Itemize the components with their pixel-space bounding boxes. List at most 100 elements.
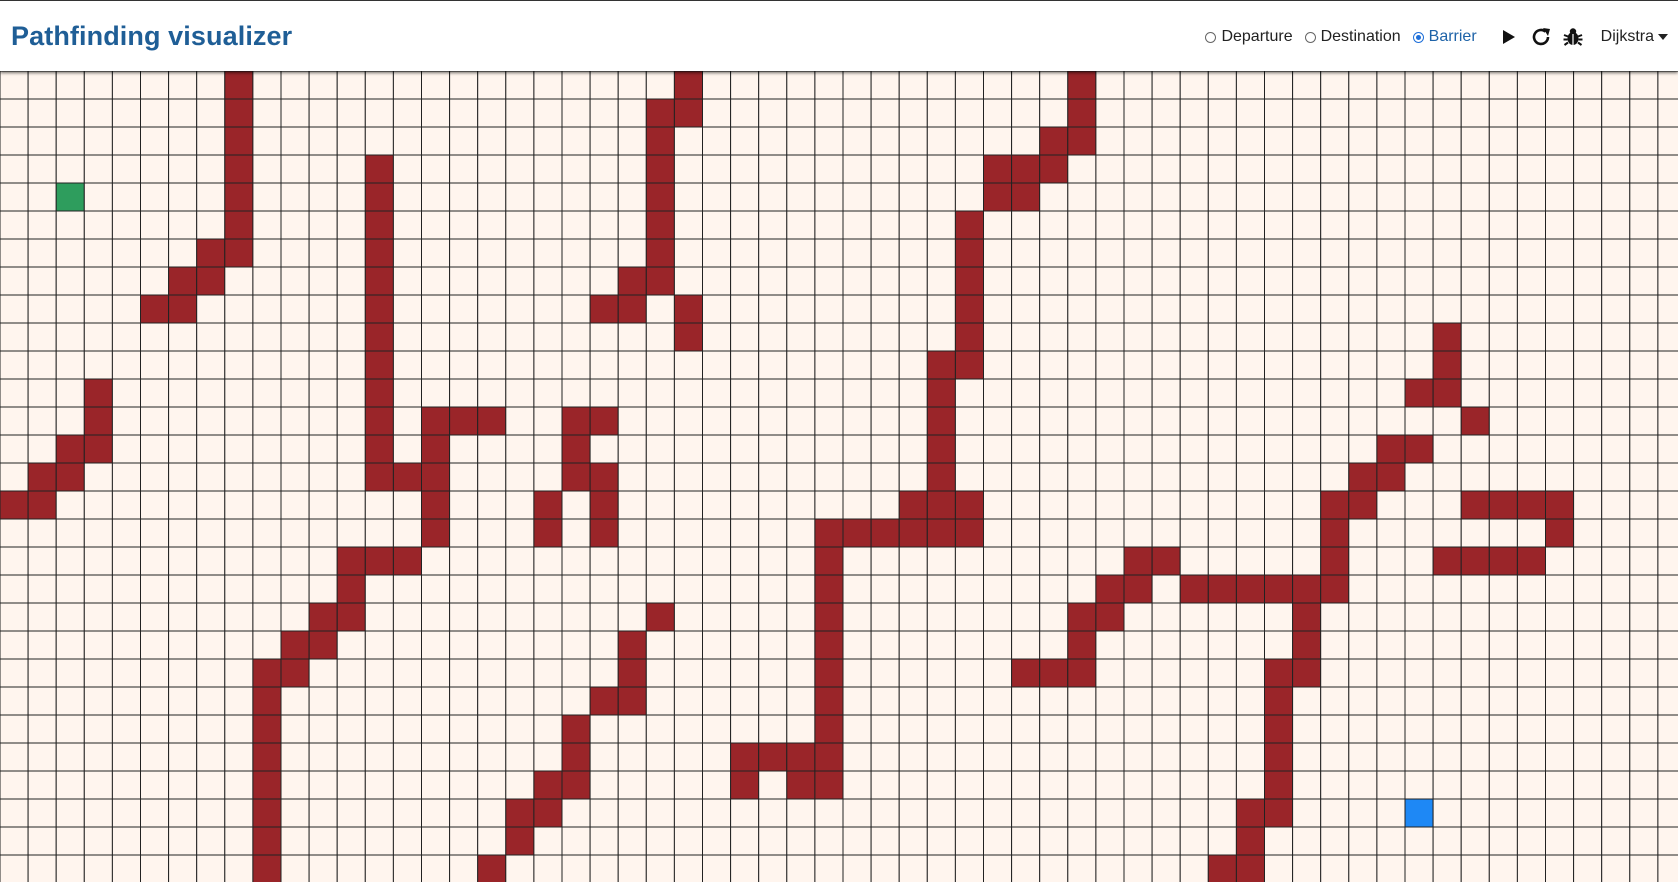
grid-cell[interactable] xyxy=(111,602,142,632)
grid-cell[interactable] xyxy=(252,630,282,660)
grid-cell[interactable] xyxy=(1657,574,1678,604)
grid-cell[interactable] xyxy=(1179,98,1209,128)
grid-cell[interactable] xyxy=(1207,770,1237,800)
grid-cell[interactable] xyxy=(1432,126,1462,156)
grid-cell[interactable] xyxy=(1573,266,1603,296)
grid-cell[interactable] xyxy=(1151,434,1181,464)
grid-cell[interactable] xyxy=(870,742,900,772)
grid-cell[interactable] xyxy=(702,742,732,772)
grid-cell[interactable] xyxy=(1095,182,1125,212)
grid-cell[interactable] xyxy=(449,126,479,156)
grid-cell[interactable] xyxy=(477,98,507,128)
grid-cell[interactable] xyxy=(1151,294,1181,324)
grid-cell[interactable] xyxy=(1235,630,1266,660)
grid-cell[interactable] xyxy=(505,294,535,324)
grid-cell[interactable] xyxy=(1151,742,1181,772)
grid-cell[interactable] xyxy=(1432,742,1462,772)
grid-cell[interactable] xyxy=(1629,266,1659,296)
barrier-cell[interactable] xyxy=(926,518,956,548)
grid-cell[interactable] xyxy=(0,182,29,212)
grid-cell[interactable] xyxy=(1095,462,1125,492)
barrier-cell[interactable] xyxy=(252,854,282,882)
grid-cell[interactable] xyxy=(898,294,928,324)
grid-cell[interactable] xyxy=(1629,378,1659,408)
grid-cell[interactable] xyxy=(1151,266,1181,296)
grid-cell[interactable] xyxy=(83,322,113,352)
grid-cell[interactable] xyxy=(477,602,507,632)
grid-cell[interactable] xyxy=(1516,378,1547,408)
grid-cell[interactable] xyxy=(1151,686,1181,716)
grid-cell[interactable] xyxy=(1067,490,1097,520)
grid-cell[interactable] xyxy=(898,798,928,828)
grid-cell[interactable] xyxy=(1601,574,1631,604)
grid-cell[interactable] xyxy=(1151,714,1181,744)
grid-cell[interactable] xyxy=(673,826,704,856)
grid-cell[interactable] xyxy=(1629,546,1659,576)
pathfinding-grid[interactable] xyxy=(0,71,1678,882)
barrier-cell[interactable] xyxy=(252,658,282,688)
grid-cell[interactable] xyxy=(702,462,732,492)
grid-cell[interactable] xyxy=(702,518,732,548)
grid-cell[interactable] xyxy=(0,602,29,632)
grid-cell[interactable] xyxy=(617,322,647,352)
grid-cell[interactable] xyxy=(477,630,507,660)
grid-cell[interactable] xyxy=(1516,854,1547,882)
grid-cell[interactable] xyxy=(364,658,394,688)
grid-cell[interactable] xyxy=(280,574,310,604)
grid-cell[interactable] xyxy=(252,71,282,100)
grid-cell[interactable] xyxy=(1292,350,1322,380)
grid-cell[interactable] xyxy=(758,322,788,352)
barrier-cell[interactable] xyxy=(196,266,226,296)
barrier-cell[interactable] xyxy=(1432,546,1462,576)
grid-cell[interactable] xyxy=(786,434,816,464)
grid-cell[interactable] xyxy=(1601,378,1631,408)
grid-cell[interactable] xyxy=(1432,266,1462,296)
grid-cell[interactable] xyxy=(1432,770,1462,800)
barrier-cell[interactable] xyxy=(364,350,394,380)
grid-cell[interactable] xyxy=(589,126,619,156)
grid-cell[interactable] xyxy=(1292,210,1322,240)
grid-cell[interactable] xyxy=(252,378,282,408)
grid-cell[interactable] xyxy=(589,71,619,100)
grid-cell[interactable] xyxy=(702,322,732,352)
grid-cell[interactable] xyxy=(505,574,535,604)
grid-cell[interactable] xyxy=(1067,798,1097,828)
grid-cell[interactable] xyxy=(870,434,900,464)
grid-cell[interactable] xyxy=(1404,658,1434,688)
grid-cell[interactable] xyxy=(168,574,198,604)
grid-cell[interactable] xyxy=(449,854,479,882)
grid-cell[interactable] xyxy=(730,378,760,408)
grid-cell[interactable] xyxy=(477,294,507,324)
grid-cell[interactable] xyxy=(702,714,732,744)
grid-cell[interactable] xyxy=(168,630,198,660)
barrier-cell[interactable] xyxy=(364,406,394,436)
grid-cell[interactable] xyxy=(561,574,591,604)
grid-cell[interactable] xyxy=(561,658,591,688)
grid-cell[interactable] xyxy=(1292,434,1322,464)
grid-cell[interactable] xyxy=(1179,658,1209,688)
grid-cell[interactable] xyxy=(1151,574,1181,604)
grid-cell[interactable] xyxy=(1404,602,1434,632)
grid-cell[interactable] xyxy=(140,210,170,240)
grid-cell[interactable] xyxy=(673,546,704,576)
grid-cell[interactable] xyxy=(505,658,535,688)
grid-cell[interactable] xyxy=(1348,658,1378,688)
grid-cell[interactable] xyxy=(1095,210,1125,240)
grid-cell[interactable] xyxy=(1629,658,1659,688)
grid-cell[interactable] xyxy=(645,798,675,828)
grid-cell[interactable] xyxy=(196,826,226,856)
grid-cell[interactable] xyxy=(1629,630,1659,660)
grid-cell[interactable] xyxy=(1292,238,1322,268)
grid-cell[interactable] xyxy=(1123,462,1153,492)
grid-cell[interactable] xyxy=(898,266,928,296)
grid-cell[interactable] xyxy=(1376,350,1406,380)
grid-cell[interactable] xyxy=(617,462,647,492)
grid-cell[interactable] xyxy=(505,462,535,492)
barrier-cell[interactable] xyxy=(364,322,394,352)
grid-cell[interactable] xyxy=(477,714,507,744)
grid-cell[interactable] xyxy=(870,826,900,856)
grid-cell[interactable] xyxy=(926,71,956,100)
grid-cell[interactable] xyxy=(1516,714,1547,744)
grid-cell[interactable] xyxy=(421,798,451,828)
grid-cell[interactable] xyxy=(196,518,226,548)
